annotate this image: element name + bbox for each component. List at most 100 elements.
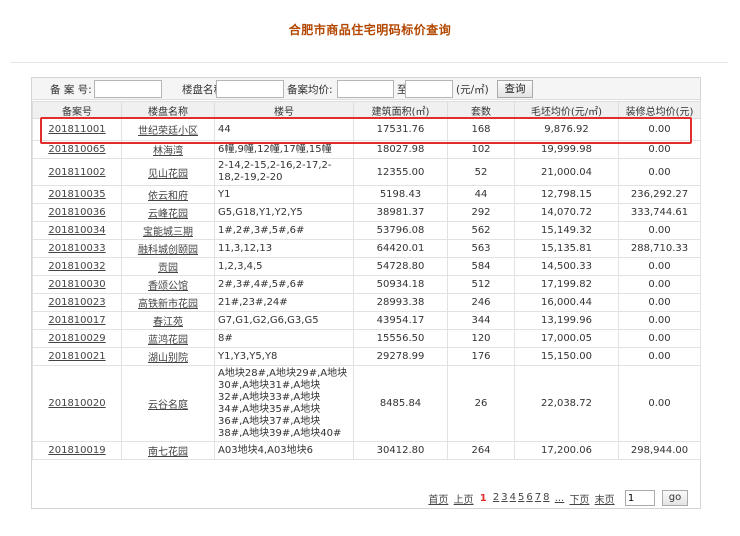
pager-last[interactable]: 末页 xyxy=(595,491,615,506)
record-no-link[interactable]: 201810021 xyxy=(48,351,105,362)
buildings-cell: 6幢,9幢,12幢,17幢,15幢 xyxy=(214,140,354,159)
area-cell: 53796.08 xyxy=(353,221,448,240)
project-name-link[interactable]: 依云和府 xyxy=(148,191,188,202)
table-header-row: 备案号 楼盘名称 楼号 建筑面积(㎡) 套数 毛坯均价(元/㎡) 装修总均价(元… xyxy=(32,101,701,119)
area-cell: 38981.37 xyxy=(353,203,448,222)
project-name-link[interactable]: 云谷名庭 xyxy=(148,400,188,411)
price-from-input[interactable] xyxy=(337,80,394,98)
buildings-cell: 1,2,3,4,5 xyxy=(214,257,354,276)
page-title: 合肥市商品住宅明码标价查询 xyxy=(288,23,452,37)
pager-ellipsis[interactable]: ... xyxy=(555,493,565,504)
pager-page-link[interactable]: 3 xyxy=(501,492,507,503)
project-name-link[interactable]: 贡园 xyxy=(158,263,178,274)
price-to-input[interactable] xyxy=(405,80,453,98)
buildings-cell: 44 xyxy=(214,118,354,141)
header-project-name[interactable]: 楼盘名称 xyxy=(121,101,215,119)
header-buildings[interactable]: 楼号 xyxy=(214,101,354,119)
buildings-cell: 11,3,12,13 xyxy=(214,239,354,258)
search-button[interactable]: 查询 xyxy=(497,80,533,98)
pager-page-link[interactable]: 2 xyxy=(493,492,499,503)
record-no-link[interactable]: 201810035 xyxy=(48,189,105,200)
record-no-link[interactable]: 201810033 xyxy=(48,243,105,254)
record-no-cell: 201810029 xyxy=(32,329,122,348)
project-name-cell: 林海湾 xyxy=(121,140,215,159)
deco-price-cell: 0.00 xyxy=(618,158,701,186)
record-no-link[interactable]: 201810065 xyxy=(48,144,105,155)
price-cell: 13,199.96 xyxy=(514,311,619,330)
table-row: 201810023 高铁新市花园 21#,23#,24# 28993.38 246 16,… xyxy=(32,293,701,312)
buildings-cell: 1#,2#,3#,5#,6# xyxy=(214,221,354,240)
project-name-cell: 依云和府 xyxy=(121,185,215,204)
deco-price-cell: 298,944.00 xyxy=(618,441,701,460)
buildings-cell: Y1,Y3,Y5,Y8 xyxy=(214,347,354,366)
record-no-link[interactable]: 201810020 xyxy=(48,398,105,409)
header-deco-price[interactable]: 装修总均价(元) xyxy=(618,101,701,119)
page-jump-input[interactable] xyxy=(624,490,655,506)
project-name-link[interactable]: 高铁新市花园 xyxy=(138,299,198,310)
header-units[interactable]: 套数 xyxy=(447,101,515,119)
price-cell: 16,000.44 xyxy=(514,293,619,312)
pager-current: 1 xyxy=(479,492,487,504)
project-name-link[interactable]: 融科城创颐园 xyxy=(138,245,198,256)
price-cell: 17,199.82 xyxy=(514,275,619,294)
price-cell: 15,135.81 xyxy=(514,239,619,258)
record-no-cell: 201810035 xyxy=(32,185,122,204)
units-cell: 176 xyxy=(447,347,515,366)
title-divider xyxy=(10,62,728,63)
project-name-link[interactable]: 云峰花园 xyxy=(148,209,188,220)
project-name-input[interactable] xyxy=(216,80,284,98)
price-cell: 19,999.98 xyxy=(514,140,619,159)
header-price[interactable]: 毛坯均价(元/㎡) xyxy=(514,101,619,119)
record-no-link[interactable]: 201810034 xyxy=(48,225,105,236)
header-record-no[interactable]: 备案号 xyxy=(32,101,122,119)
table-row: 201810030 香颂公馆 2#,3#,4#,5#,6# 50934.18 512 17… xyxy=(32,275,701,294)
pager-page-link[interactable]: 7 xyxy=(535,492,541,503)
project-name-link[interactable]: 见山花园 xyxy=(148,169,188,180)
project-name-link[interactable]: 林海湾 xyxy=(153,146,183,157)
record-no-link[interactable]: 201810030 xyxy=(48,279,105,290)
deco-price-cell: 0.00 xyxy=(618,347,701,366)
units-cell: 292 xyxy=(447,203,515,222)
record-no-link[interactable]: 201811001 xyxy=(48,124,105,135)
pagination: 首页 上页 1 2345678 ... 下页 末页 go xyxy=(427,490,688,508)
project-name-link[interactable]: 蓝鸿花园 xyxy=(148,335,188,346)
project-name-cell: 南七花园 xyxy=(121,441,215,460)
project-name-link[interactable]: 世纪荣廷小区 xyxy=(138,126,198,137)
project-name-link[interactable]: 香颂公馆 xyxy=(148,281,188,292)
project-name-cell: 香颂公馆 xyxy=(121,275,215,294)
pager-page-link[interactable]: 5 xyxy=(518,492,524,503)
project-name-link[interactable]: 春江苑 xyxy=(153,317,183,328)
deco-price-cell: 0.00 xyxy=(618,275,701,294)
units-cell: 562 xyxy=(447,221,515,240)
pager-first[interactable]: 首页 xyxy=(428,491,448,506)
project-name-link[interactable]: 南七花园 xyxy=(148,447,188,458)
table-row: 201810020 云谷名庭 A地块28#,A地块29#,A地块30#,A地块31#… xyxy=(32,365,701,442)
table-row: 201810065 林海湾 6幢,9幢,12幢,17幢,15幢 18027.98 102… xyxy=(32,140,701,159)
record-no-link[interactable]: 201811002 xyxy=(48,167,105,178)
pager-next[interactable]: 下页 xyxy=(569,491,589,506)
table-row: 201811002 见山花园 2-14,2-15,2-16,2-17,2-18,2-… xyxy=(32,158,701,186)
record-no-link[interactable]: 201810023 xyxy=(48,297,105,308)
pager-prev[interactable]: 上页 xyxy=(454,491,474,506)
area-cell: 28993.38 xyxy=(353,293,448,312)
project-name-link[interactable]: 湖山别院 xyxy=(148,353,188,364)
table-row: 201810035 依云和府 Y1 5198.43 44 12,798.15 236,292… xyxy=(32,185,701,204)
project-name-link[interactable]: 宝能城三期 xyxy=(143,227,193,238)
record-no-link[interactable]: 201810029 xyxy=(48,333,105,344)
record-no-link[interactable]: 201810019 xyxy=(48,445,105,456)
record-no-link[interactable]: 201810036 xyxy=(48,207,105,218)
buildings-cell: A地块28#,A地块29#,A地块30#,A地块31#,A地块32#,A地块33… xyxy=(214,365,354,442)
go-button[interactable]: go xyxy=(662,490,688,506)
record-no-link[interactable]: 201810017 xyxy=(48,315,105,326)
project-name-cell: 世纪荣廷小区 xyxy=(121,118,215,141)
record-no-cell: 201810021 xyxy=(32,347,122,366)
pager-page-link[interactable]: 6 xyxy=(526,492,532,503)
record-no-input[interactable] xyxy=(94,80,162,98)
pager-page-link[interactable]: 4 xyxy=(510,492,516,503)
buildings-cell: G5,G18,Y1,Y2,Y5 xyxy=(214,203,354,222)
deco-price-cell: 0.00 xyxy=(618,221,701,240)
header-area[interactable]: 建筑面积(㎡) xyxy=(353,101,448,119)
pager-page-link[interactable]: 8 xyxy=(543,492,549,503)
area-cell: 15556.50 xyxy=(353,329,448,348)
record-no-link[interactable]: 201810032 xyxy=(48,261,105,272)
